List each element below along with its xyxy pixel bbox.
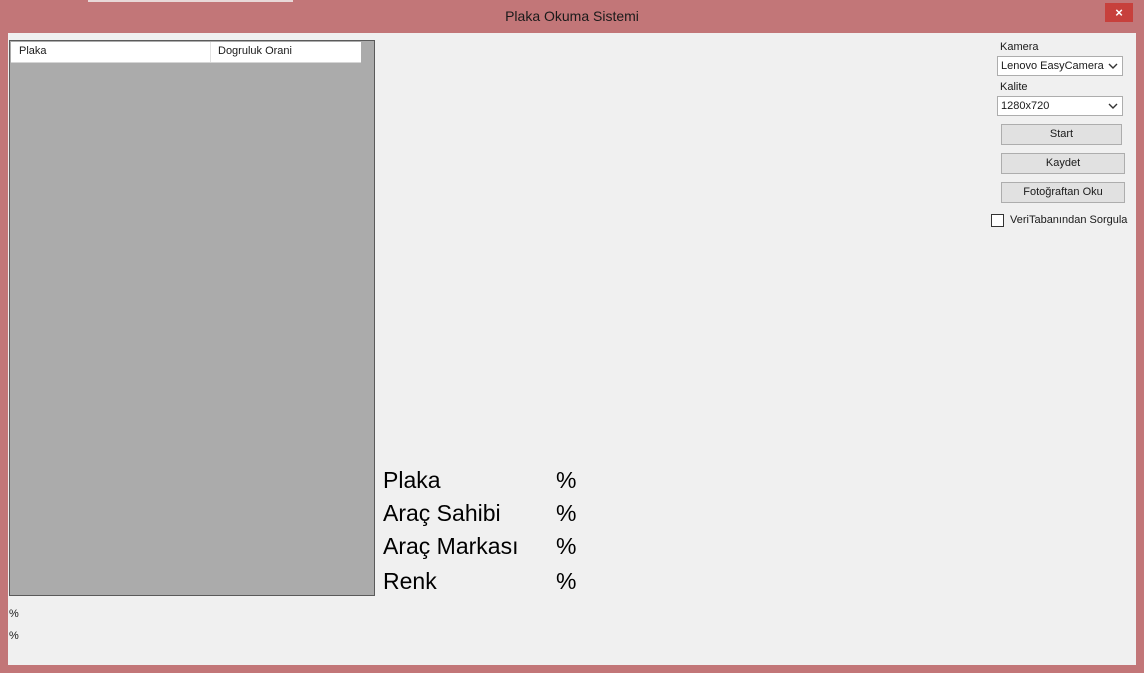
start-button[interactable]: Start	[1001, 124, 1122, 145]
info-label-color: Renk	[383, 568, 437, 594]
column-header-accuracy[interactable]: Dogruluk Orani	[218, 45, 292, 57]
db-query-checkbox[interactable]	[991, 214, 1004, 227]
quality-select-value: 1280x720	[1001, 100, 1050, 112]
close-icon: ×	[1115, 5, 1123, 20]
list-header: Plaka Dogruluk Orani	[11, 42, 361, 63]
info-pct-color: %	[556, 568, 577, 594]
camera-select[interactable]: Lenovo EasyCamera	[997, 56, 1123, 76]
column-header-plaka[interactable]: Plaka	[19, 45, 47, 57]
info-label-brand: Araç Markası	[383, 533, 519, 559]
taskbar-strip	[88, 0, 293, 2]
client-area: Plaka Dogruluk Orani % % Plaka % Araç Sa…	[8, 33, 1136, 665]
camera-label: Kamera	[1000, 41, 1039, 53]
close-button[interactable]: ×	[1105, 3, 1133, 22]
camera-select-value: Lenovo EasyCamera	[1001, 60, 1104, 72]
info-pct-brand: %	[556, 533, 577, 559]
window-title: Plaka Okuma Sistemi	[505, 8, 639, 24]
quality-label: Kalite	[1000, 81, 1028, 93]
column-separator[interactable]	[210, 42, 211, 62]
read-from-photo-button[interactable]: Fotoğraftan Oku	[1001, 182, 1125, 203]
percent-label-2: %	[9, 630, 19, 642]
info-label-plate: Plaka	[383, 467, 441, 493]
percent-label-1: %	[9, 608, 19, 620]
quality-select[interactable]: 1280x720	[997, 96, 1123, 116]
info-pct-plate: %	[556, 467, 577, 493]
chevron-down-icon	[1108, 63, 1118, 69]
app-window: Plaka Okuma Sistemi × Plaka Dogruluk Ora…	[0, 0, 1144, 673]
title-bar[interactable]: Plaka Okuma Sistemi ×	[0, 0, 1144, 33]
db-query-label[interactable]: VeriTabanından Sorgula	[1010, 214, 1127, 226]
info-label-owner: Araç Sahibi	[383, 500, 501, 526]
plate-list-view[interactable]: Plaka Dogruluk Orani	[9, 40, 375, 596]
chevron-down-icon	[1108, 103, 1118, 109]
save-button[interactable]: Kaydet	[1001, 153, 1125, 174]
info-pct-owner: %	[556, 500, 577, 526]
